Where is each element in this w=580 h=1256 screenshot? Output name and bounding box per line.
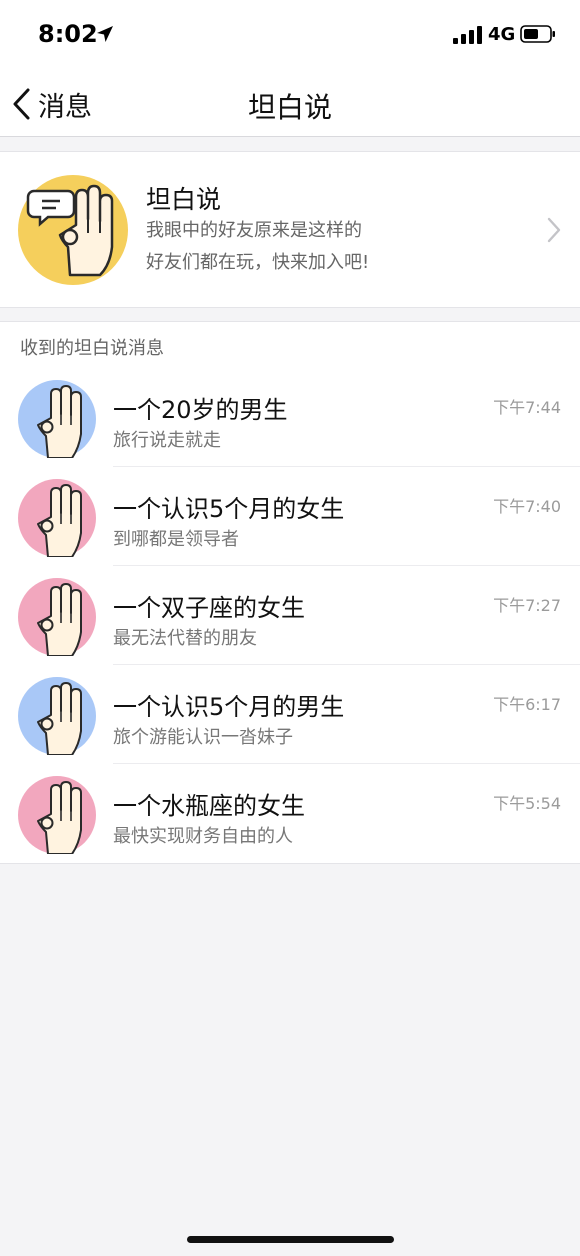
banner-description-1: 我眼中的好友原来是这样的 xyxy=(146,220,362,241)
message-title: 一个水瓶座的女生 xyxy=(113,792,305,820)
navigation-bar: 消息 坦白说 xyxy=(0,72,580,137)
message-subtitle: 旅个游能认识一沓妹子 xyxy=(113,727,293,748)
list-item[interactable]: 一个水瓶座的女生 最快实现财务自由的人 下午5:54 xyxy=(0,764,580,863)
list-item[interactable]: 一个认识5个月的女生 到哪都是领导者 下午7:40 xyxy=(0,467,580,566)
list-item[interactable]: 一个认识5个月的男生 旅个游能认识一沓妹子 下午6:17 xyxy=(0,665,580,764)
message-time: 下午5:54 xyxy=(493,794,561,813)
hand-gesture-icon xyxy=(18,380,96,458)
section-label: 收到的坦白说消息 xyxy=(20,338,164,359)
home-indicator xyxy=(187,1236,394,1243)
hand-gesture-icon xyxy=(18,479,96,557)
network-type: 4G xyxy=(488,24,516,45)
status-time: 8:02 xyxy=(38,20,98,48)
message-subtitle: 到哪都是领导者 xyxy=(113,529,239,550)
message-title: 一个双子座的女生 xyxy=(113,594,305,622)
chevron-right-icon xyxy=(547,217,561,243)
battery-icon xyxy=(520,25,555,43)
message-subtitle: 最无法代替的朋友 xyxy=(113,628,257,649)
section-header: 收到的坦白说消息 xyxy=(0,321,580,369)
message-title: 一个20岁的男生 xyxy=(113,396,288,424)
hand-gesture-icon xyxy=(18,578,96,656)
tanbai-banner-card[interactable]: 坦白说 我眼中的好友原来是这样的 好友们都在玩，快来加入吧! xyxy=(0,151,580,308)
page-title: 坦白说 xyxy=(247,91,332,124)
message-time: 下午7:40 xyxy=(493,497,561,516)
message-list: 一个20岁的男生 旅行说走就走 下午7:44 一个认识5个月的女生 到哪都是领导… xyxy=(0,368,580,864)
list-item[interactable]: 一个双子座的女生 最无法代替的朋友 下午7:27 xyxy=(0,566,580,665)
message-time: 下午7:44 xyxy=(493,398,561,417)
list-item[interactable]: 一个20岁的男生 旅行说走就走 下午7:44 xyxy=(0,368,580,467)
signal-icon xyxy=(453,26,482,44)
banner-description-2: 好友们都在玩，快来加入吧! xyxy=(146,252,370,273)
status-bar: 8:02 4G xyxy=(0,0,580,72)
message-title: 一个认识5个月的女生 xyxy=(113,495,345,523)
hand-gesture-icon xyxy=(18,776,96,854)
hand-gesture-icon xyxy=(18,677,96,755)
message-title: 一个认识5个月的男生 xyxy=(113,693,345,721)
message-time: 下午7:27 xyxy=(493,596,561,615)
hand-gesture-icon xyxy=(18,175,128,285)
message-subtitle: 旅行说走就走 xyxy=(113,430,221,451)
message-subtitle: 最快实现财务自由的人 xyxy=(113,826,293,847)
location-arrow-icon xyxy=(97,26,113,42)
banner-title: 坦白说 xyxy=(146,185,222,214)
message-time: 下午6:17 xyxy=(493,695,561,714)
